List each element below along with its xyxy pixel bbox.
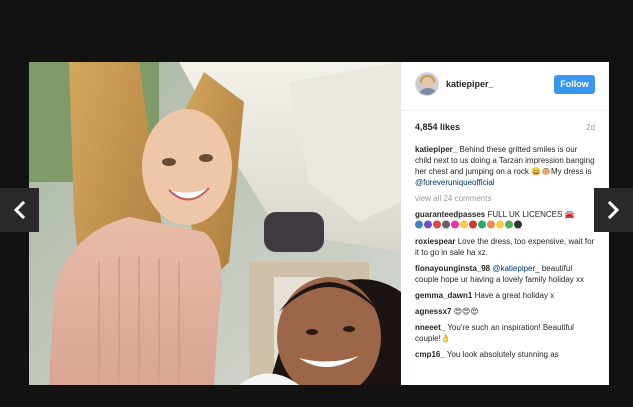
comment-item: fionayounginsta_98 @katiepiper_ beautifu… <box>415 263 595 285</box>
comment-mention[interactable]: @katiepiper_ <box>492 264 539 273</box>
comment-item: roxiespear Love the dress, too expensive… <box>415 236 595 258</box>
comment-username[interactable]: agnessx7 <box>415 307 451 316</box>
follow-button[interactable]: Follow <box>554 75 595 94</box>
caption-mention[interactable]: @foreveruniqueofficial <box>415 178 495 187</box>
post-sidebar: katiepiper_ Follow 4,854 likes 2d katiep… <box>401 62 609 385</box>
post-header: katiepiper_ Follow <box>401 62 609 111</box>
comment-text: 😍😍😍 <box>453 307 479 316</box>
caption: katiepiper_ Behind these gritted smiles … <box>415 144 595 188</box>
post-age: 2d <box>586 123 595 132</box>
comment-text: FULL UK LICENCES 🚘 <box>487 210 575 219</box>
comment-item: cmp16_ You look absolutely stunning as <box>415 349 595 360</box>
view-all-comments-link[interactable]: view all 24 comments <box>415 193 595 204</box>
comment-username[interactable]: cmp16_ <box>415 350 445 359</box>
comment-username[interactable]: fionayounginsta_98 <box>415 264 490 273</box>
selfie-photo-illustration <box>29 62 401 385</box>
comment-item: guaranteedpasses FULL UK LICENCES 🚘 <box>415 209 595 231</box>
caption-username[interactable]: katiepiper_ <box>415 145 457 154</box>
comment-item: agnessx7 😍😍😍 <box>415 306 595 317</box>
comment-username[interactable]: roxiespear <box>415 237 455 246</box>
post-photo[interactable] <box>29 62 401 385</box>
comment-username[interactable]: gemma_dawn1 <box>415 291 472 300</box>
comment-text: Have a great holiday x <box>474 291 555 300</box>
chevron-left-icon <box>13 201 26 219</box>
avatar-body <box>418 88 438 95</box>
comment-username[interactable]: nneeet_ <box>415 323 445 332</box>
previous-button[interactable] <box>0 188 39 232</box>
lightbox-overlay: katiepiper_ Follow 4,854 likes 2d katiep… <box>0 0 633 407</box>
chevron-right-icon <box>607 201 620 219</box>
comment-username[interactable]: guaranteedpasses <box>415 210 485 219</box>
likes-count[interactable]: 4,854 likes <box>415 122 460 132</box>
emoji-row-icon <box>415 220 522 229</box>
comment-item: nneeet_ You're such an inspiration! Beau… <box>415 322 595 344</box>
username-link[interactable]: katiepiper_ <box>446 79 494 89</box>
comment-text: You look absolutely stunning as <box>446 350 559 359</box>
comment-item: gemma_dawn1 Have a great holiday x <box>415 290 595 301</box>
instagram-post: katiepiper_ Follow 4,854 likes 2d katiep… <box>29 62 609 385</box>
comments-list: katiepiper_ Behind these gritted smiles … <box>415 144 595 365</box>
avatar[interactable] <box>415 72 439 96</box>
next-button[interactable] <box>594 188 633 232</box>
avatar-face <box>422 77 433 88</box>
